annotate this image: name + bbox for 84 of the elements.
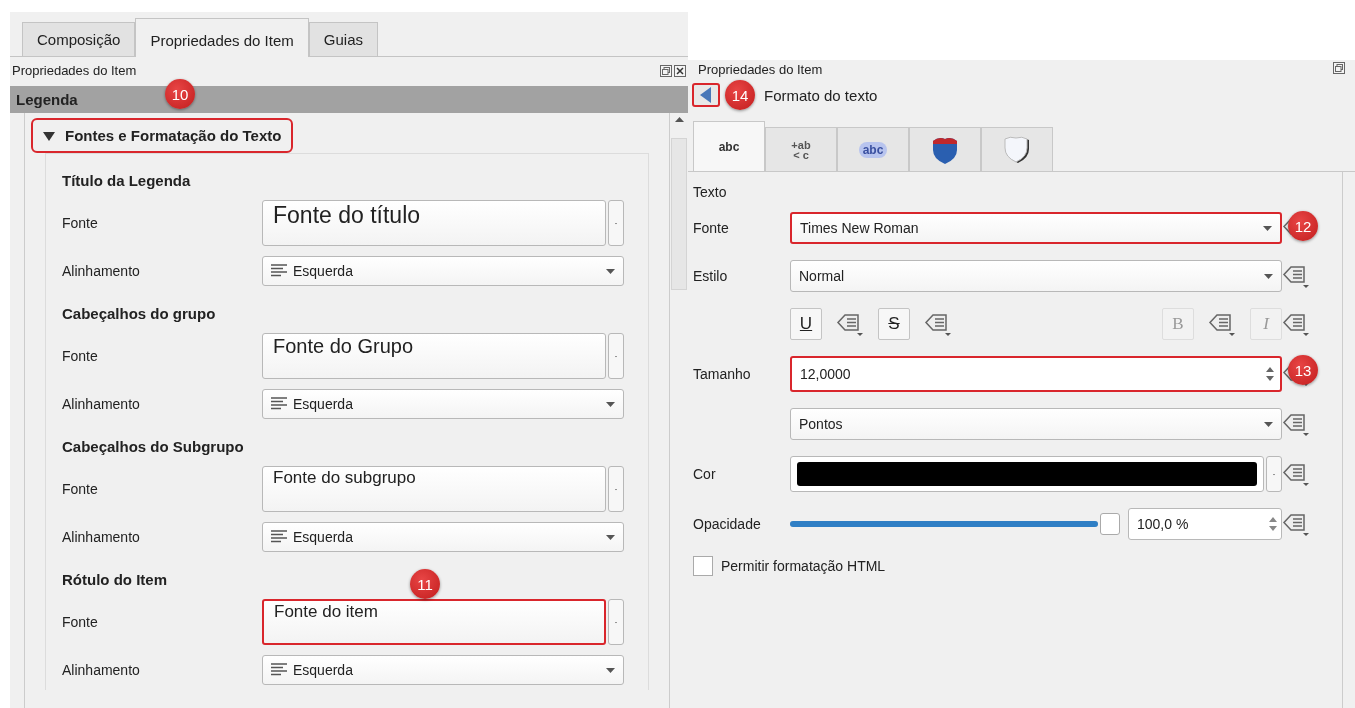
field-label: Alinhamento: [62, 529, 141, 545]
alignment-dropdown[interactable]: Esquerda: [262, 256, 624, 286]
scroll-up-icon[interactable]: [674, 117, 684, 122]
collapse-triangle-icon: [43, 130, 55, 141]
subsection-heading: Cabeçalhos do Subgrupo: [62, 438, 244, 455]
align-left-icon: [271, 530, 287, 544]
subsection-heading: Cabeçalhos do grupo: [62, 305, 216, 322]
field-label: Fonte: [693, 220, 730, 236]
list-arrow-icon: [1282, 264, 1310, 288]
dropdown[interactable]: Pontos: [790, 408, 1282, 440]
alignment-dropdown[interactable]: Esquerda: [262, 655, 624, 685]
slider-fill[interactable]: [790, 521, 1098, 527]
number-field[interactable]: 12,0000: [790, 356, 1282, 392]
alignment-dropdown[interactable]: Esquerda: [262, 389, 624, 419]
list-arrow-icon: [836, 312, 864, 336]
shield-icon: [932, 135, 958, 164]
field-label: Fonte: [62, 215, 99, 231]
alignment-dropdown[interactable]: Esquerda: [262, 522, 624, 552]
tab[interactable]: abc: [837, 127, 909, 171]
field-label: Cor: [693, 466, 717, 482]
float-icon[interactable]: [660, 64, 672, 77]
style-toggle-button[interactable]: U: [790, 308, 822, 340]
align-left-icon: [271, 264, 287, 278]
dropdown-button[interactable]: [1266, 456, 1282, 492]
annotation-badge: 11: [410, 569, 440, 599]
dropdown-button[interactable]: [608, 200, 624, 246]
font-button[interactable]: Fonte do subgrupo: [262, 466, 606, 512]
field-label: Alinhamento: [62, 263, 141, 279]
back-arrow-icon: [700, 87, 712, 103]
shield-icon: [1004, 135, 1030, 164]
field-label: Fonte: [62, 481, 99, 497]
slider-handle[interactable]: [1100, 513, 1120, 535]
group-title: Fontes e Formatação do Texto: [65, 127, 282, 144]
annotation-badge: 13: [1288, 355, 1318, 385]
float-icon[interactable]: [1333, 62, 1345, 74]
font-button[interactable]: Fonte do item: [262, 599, 606, 645]
font-button[interactable]: Fonte do título: [262, 200, 606, 246]
section-label: Texto: [693, 184, 728, 200]
dropdown-button[interactable]: [608, 599, 624, 645]
field-label: Alinhamento: [62, 662, 141, 678]
annotation-badge: 14: [725, 80, 755, 110]
tab[interactable]: +ab < c: [765, 127, 837, 171]
subsection-heading: Título da Legenda: [62, 172, 191, 189]
field-label: Opacidade: [693, 516, 762, 532]
font-button[interactable]: Fonte do Grupo: [262, 333, 606, 379]
color-button[interactable]: [790, 456, 1264, 492]
tab[interactable]: Propriedades do Item: [135, 18, 309, 57]
list-arrow-icon: [1282, 462, 1310, 486]
tab[interactable]: Composição: [22, 22, 136, 56]
field-label: Fonte: [62, 614, 99, 630]
dropdown[interactable]: Times New Roman: [790, 212, 1282, 244]
subsection-heading: Rótulo do Item: [62, 571, 167, 588]
list-arrow-icon: [1208, 312, 1236, 336]
dropdown-button[interactable]: [608, 466, 624, 512]
checkbox[interactable]: [693, 556, 713, 576]
dropdown[interactable]: Normal: [790, 260, 1282, 292]
annotation-badge: 12: [1288, 211, 1318, 241]
spin-arrows-icon: [1266, 367, 1274, 381]
spin-arrows-icon: [1269, 517, 1277, 531]
list-arrow-icon: [1282, 512, 1310, 536]
field-label: Tamanho: [693, 366, 752, 382]
tab[interactable]: Guias: [308, 22, 378, 56]
field-label: Fonte: [62, 348, 99, 364]
align-left-icon: [271, 663, 287, 677]
group-header[interactable]: Fontes e Formatação do Texto: [31, 118, 294, 153]
panel-heading: Formato do texto: [764, 86, 878, 104]
tab[interactable]: abc: [693, 121, 765, 171]
list-arrow-icon: [1282, 412, 1310, 436]
list-arrow-icon: [1282, 312, 1310, 336]
close-icon[interactable]: [674, 64, 686, 77]
checkbox-label: Permitir formatação HTML: [721, 558, 886, 574]
scrollbar-thumb[interactable]: [671, 138, 687, 290]
annotation-badge: 10: [165, 79, 195, 109]
number-field[interactable]: 100,0 %: [1128, 508, 1282, 540]
panel-title: Propriedades do Item: [12, 63, 137, 78]
style-toggle-button[interactable]: S: [878, 308, 910, 340]
align-left-icon: [271, 397, 287, 411]
list-arrow-icon: [924, 312, 952, 336]
dropdown-button[interactable]: [608, 333, 624, 379]
panel-title: Propriedades do Item: [698, 62, 823, 77]
field-label: Alinhamento: [62, 396, 141, 412]
back-button[interactable]: [692, 83, 720, 107]
tab[interactable]: [909, 127, 981, 171]
field-label: Estilo: [693, 268, 729, 284]
